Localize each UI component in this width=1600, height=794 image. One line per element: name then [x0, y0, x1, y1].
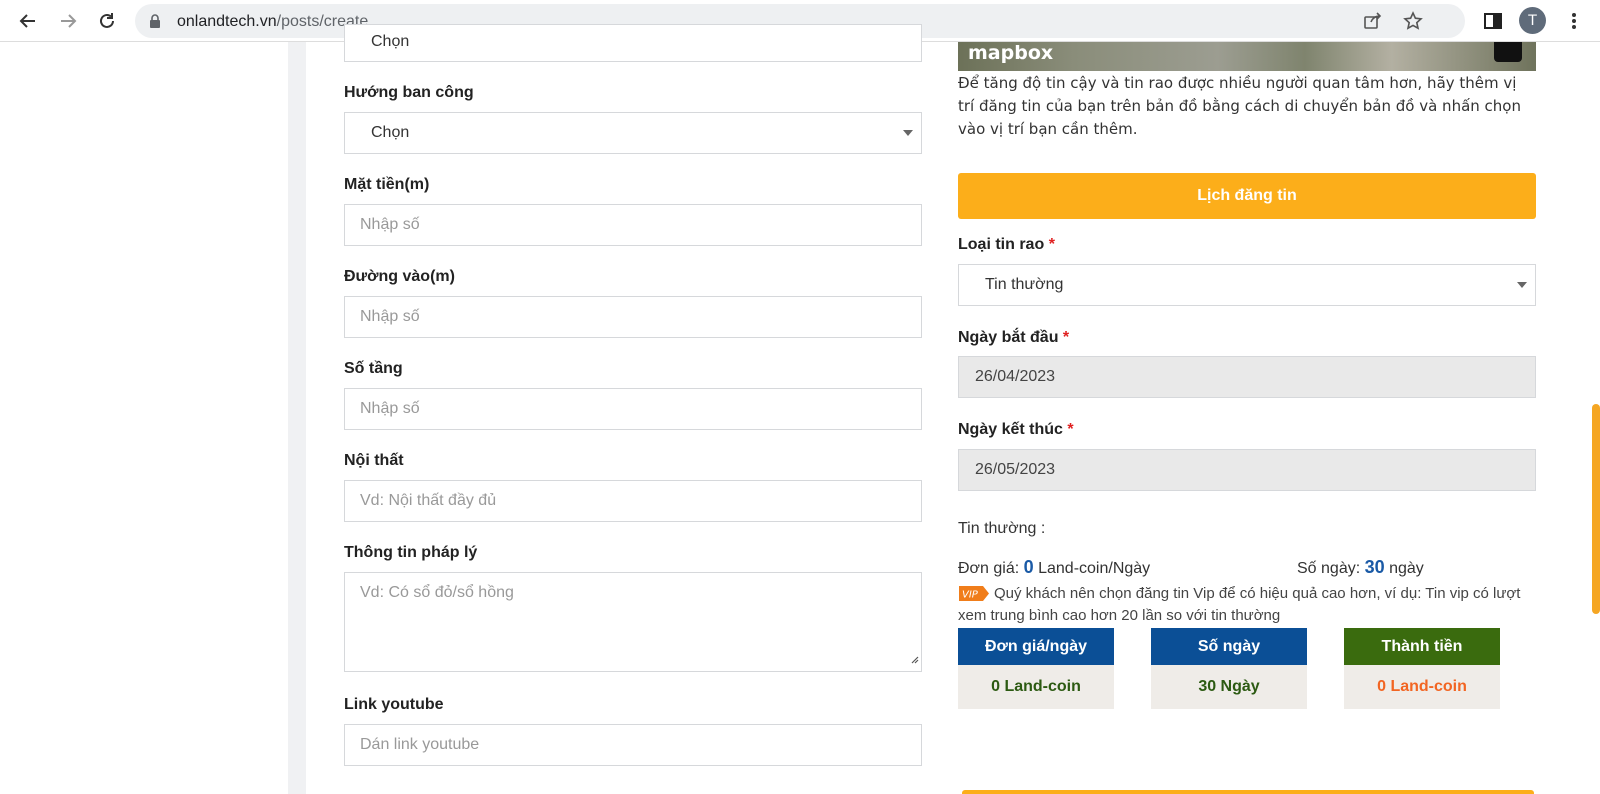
tile-unit-price-value: 0 Land-coin: [958, 665, 1114, 709]
left-gutter: [288, 42, 306, 794]
svg-text:VIP: VIP: [962, 590, 979, 601]
furniture-input[interactable]: Vd: Nội thất đầy đủ: [344, 480, 922, 522]
vip-suggestion: Quý khách nên chọn đăng tin Vip để có hi…: [958, 585, 1521, 624]
start-date-input[interactable]: 26/04/2023: [958, 356, 1536, 398]
menu-icon[interactable]: [1560, 7, 1588, 35]
end-date-label: Ngày kết thúc *: [958, 421, 1074, 438]
share-icon[interactable]: [1363, 11, 1385, 31]
vip-badge-icon: VIP: [959, 586, 989, 601]
tile-unit-price-head: Đơn giá/ngày: [958, 628, 1114, 665]
map-control-button[interactable]: [1494, 42, 1522, 62]
sidepanel-icon[interactable]: [1479, 7, 1507, 35]
youtube-label: Link youtube: [344, 696, 444, 713]
star-icon[interactable]: [1403, 11, 1425, 31]
legal-textarea[interactable]: Vd: Có sổ đỏ/sổ hồng: [344, 572, 922, 672]
post-type-select[interactable]: Tin thường: [958, 264, 1536, 306]
tile-days-head: Số ngày: [1151, 628, 1307, 665]
frontage-input[interactable]: Nhập số: [344, 204, 922, 246]
url-text: onlandtech.vn/posts/create: [177, 13, 369, 30]
top-select-partial[interactable]: Chọn: [344, 24, 922, 62]
chevron-down-icon: [1517, 282, 1527, 288]
post-type-value: Tin thường: [985, 276, 1064, 293]
youtube-input[interactable]: Dán link youtube: [344, 724, 922, 766]
tile-days-value: 30 Ngày: [1151, 665, 1307, 709]
back-icon[interactable]: [14, 7, 42, 35]
road-input[interactable]: Nhập số: [344, 296, 922, 338]
resize-handle-icon[interactable]: [909, 651, 919, 669]
start-date-label: Ngày bắt đầu *: [958, 329, 1070, 346]
next-section-bar: [962, 790, 1534, 794]
chevron-down-icon: [903, 130, 913, 136]
floors-input[interactable]: Nhập số: [344, 388, 922, 430]
tile-total-value: 0 Land-coin: [1344, 665, 1500, 709]
map-note: Để tăng độ tin cậy và tin rao được nhiều…: [958, 74, 1521, 138]
forward-icon[interactable]: [54, 7, 82, 35]
scrollbar-thumb[interactable]: [1592, 404, 1600, 614]
balcony-select-value: Chọn: [371, 124, 410, 141]
mapbox-logo: mapbox: [968, 42, 1054, 64]
frontage-label: Mặt tiền(m): [344, 176, 430, 193]
post-type-summary: Tin thường :: [958, 520, 1046, 537]
furniture-label: Nội thất: [344, 452, 404, 469]
balcony-label: Hướng ban công: [344, 84, 474, 101]
floors-label: Số tầng: [344, 360, 403, 377]
days-line: Số ngày: 30 ngày: [1297, 557, 1424, 577]
reload-icon[interactable]: [93, 7, 121, 35]
balcony-select[interactable]: Chọn: [344, 112, 922, 154]
post-type-label: Loại tin rao *: [958, 236, 1055, 253]
schedule-header: Lịch đăng tin: [958, 173, 1536, 219]
unit-price-line: Đơn giá: 0 Land-coin/Ngày: [958, 557, 1151, 577]
road-label: Đường vào(m): [344, 268, 455, 285]
map-view[interactable]: mapbox: [958, 42, 1536, 71]
end-date-input[interactable]: 26/05/2023: [958, 449, 1536, 491]
tile-total-head: Thành tiền: [1344, 628, 1500, 665]
legal-label: Thông tin pháp lý: [344, 544, 478, 561]
lock-icon: [149, 13, 161, 34]
profile-avatar[interactable]: T: [1519, 7, 1546, 34]
